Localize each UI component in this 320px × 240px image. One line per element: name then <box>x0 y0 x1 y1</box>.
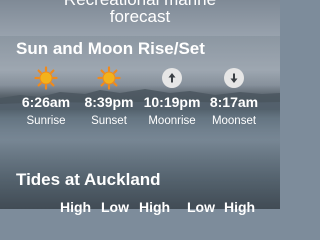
sun-moon-heading: Sun and Moon Rise/Set <box>16 39 205 58</box>
tide-label: Low <box>101 199 129 215</box>
page-title-line2: forecast <box>109 7 171 26</box>
arrow-down-icon <box>224 68 244 88</box>
sunset-time: 8:39pm <box>84 94 134 110</box>
moonset-item: 8:17am Moonset <box>201 66 267 127</box>
sunrise-item: 6:26am Sunrise <box>13 66 79 127</box>
sunset-item: 8:39pm Sunset <box>76 66 142 127</box>
tide-label: High <box>60 199 92 215</box>
tide-label: High <box>139 199 171 215</box>
tide-label: Low <box>187 199 215 215</box>
sunrise-time: 6:26am <box>21 94 71 110</box>
arrow-up-icon <box>162 68 182 88</box>
moonrise-time: 10:19pm <box>143 94 201 110</box>
tide-label: High <box>224 199 256 215</box>
moonset-time: 8:17am <box>209 94 259 110</box>
tides-heading: Tides at Auckland <box>16 170 161 189</box>
sun-icon <box>97 66 121 90</box>
moonrise-label: Moonrise <box>148 115 196 127</box>
sunset-label: Sunset <box>91 115 127 127</box>
moonrise-item: 10:19pm Moonrise <box>139 66 205 127</box>
moonset-label: Moonset <box>211 115 257 127</box>
sun-icon <box>34 66 58 90</box>
sunrise-label: Sunrise <box>26 115 66 127</box>
